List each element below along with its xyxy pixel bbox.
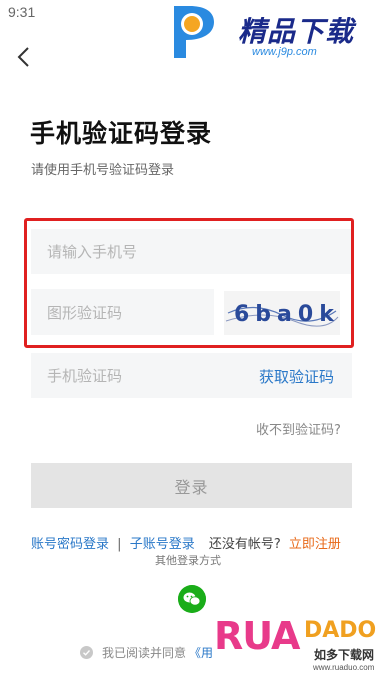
agreement-text: 我已阅读并同意 bbox=[102, 646, 187, 660]
agreement-link[interactable]: 《用 bbox=[189, 644, 213, 661]
no-account-text: 还没有帐号? bbox=[208, 537, 281, 552]
status-time: 9:31 bbox=[8, 4, 36, 20]
watermark-brand-text: 精品下载 bbox=[238, 15, 355, 48]
register-link[interactable]: 立即注册 bbox=[289, 537, 341, 552]
password-login-link[interactable]: 账号密码登录 bbox=[31, 537, 109, 552]
other-methods-label: 其他登录方式 bbox=[155, 554, 221, 567]
no-code-link[interactable]: 收不到验证码? bbox=[256, 419, 341, 438]
link-separator: | bbox=[117, 537, 122, 552]
sub-account-login-link[interactable]: 子账号登录 bbox=[130, 537, 195, 552]
wechat-icon[interactable] bbox=[178, 585, 206, 613]
watermark-bottom: RUA DADO 如多下载网 www.ruaduo.com bbox=[214, 612, 380, 680]
brand-logo-icon bbox=[162, 0, 224, 62]
sms-code-placeholder: 手机验证码 bbox=[47, 367, 123, 385]
agreement-row: 我已阅读并同意 《用 bbox=[80, 644, 213, 661]
login-button[interactable]: 登录 bbox=[31, 463, 352, 508]
agree-check-icon[interactable] bbox=[80, 646, 93, 659]
watermark-bottom-url: www.ruaduo.com bbox=[313, 663, 375, 672]
highlight-box bbox=[24, 218, 354, 348]
page-subtitle: 请使用手机号验证码登录 bbox=[31, 163, 175, 178]
alt-links-row: 账号密码登录 | 子账号登录 还没有帐号? 立即注册 bbox=[31, 533, 361, 552]
watermark-url: www.j9p.com bbox=[252, 46, 317, 58]
watermark-top: 精品下载 www.j9p.com bbox=[160, 0, 380, 70]
watermark-cn-text: 如多下载网 bbox=[314, 648, 375, 662]
watermark-rua-text: RUA bbox=[214, 614, 300, 658]
get-code-button[interactable]: 获取验证码 bbox=[259, 366, 334, 387]
watermark-dado-text: DADO bbox=[304, 618, 377, 643]
back-arrow-icon[interactable] bbox=[14, 44, 36, 70]
page-title: 手机验证码登录 bbox=[30, 119, 213, 148]
